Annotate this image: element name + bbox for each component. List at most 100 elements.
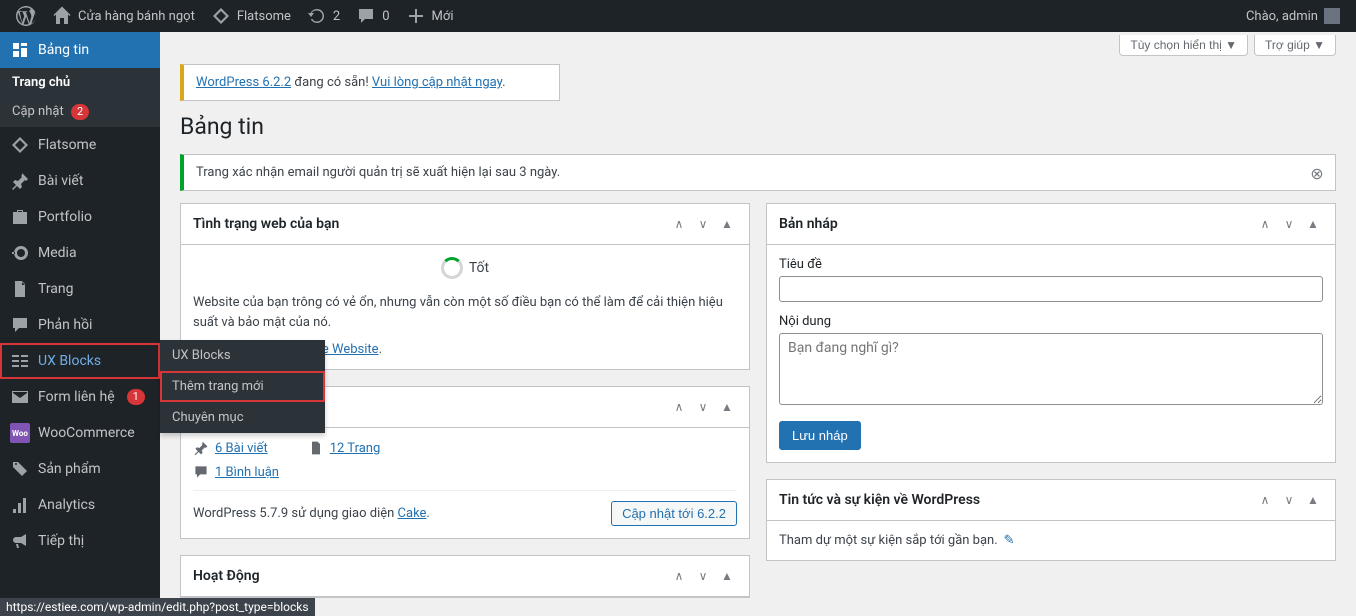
sidebar-item-label: Bảng tin — [38, 42, 89, 58]
help-label: Trợ giúp — [1265, 38, 1310, 52]
glance-posts[interactable]: 6 Bài viết — [193, 440, 268, 456]
draft-title-input[interactable] — [779, 276, 1323, 302]
screen-options-button[interactable]: Tùy chọn hiển thị ▼ — [1119, 35, 1248, 56]
sidebar-item-label: Bài viết — [38, 173, 83, 189]
sidebar-item-flatsome[interactable]: Flatsome — [0, 127, 160, 163]
move-up-icon[interactable]: ∧ — [669, 214, 689, 234]
comment-icon — [193, 464, 209, 480]
wp-version-text: WordPress 5.7.9 sử dụng giao diện — [193, 506, 398, 521]
sidebar-item-portfolio[interactable]: Portfolio — [0, 199, 160, 235]
sidebar-item-pages[interactable]: Trang — [0, 271, 160, 307]
email-notice: Trang xác nhận email người quản trị sẽ x… — [180, 154, 1336, 191]
comments-icon — [10, 315, 30, 335]
flyout-uxblocks[interactable]: UX Blocks — [160, 340, 325, 371]
sidebar-item-marketing[interactable]: Tiếp thị — [0, 523, 160, 559]
new-content[interactable]: Mới — [398, 0, 462, 32]
site-health-title: Tình trạng web của bạn — [193, 216, 339, 232]
save-draft-button[interactable]: Lưu nháp — [779, 421, 861, 450]
sub-updates[interactable]: Cập nhật 2 — [0, 97, 160, 127]
greeting-text: Chào, admin — [1246, 9, 1318, 24]
sub-home[interactable]: Trang chủ — [0, 68, 160, 97]
dashboard-icon — [10, 40, 30, 60]
sub-updates-label: Cập nhật — [12, 104, 64, 119]
dashboard-submenu: Trang chủ Cập nhật 2 — [0, 68, 160, 127]
toggle-icon[interactable]: ▲ — [717, 397, 737, 417]
sidebar-item-contact[interactable]: Form liên hệ 1 — [0, 379, 160, 415]
dismiss-button[interactable]: ⊗ — [1307, 163, 1327, 183]
wp-version-link[interactable]: WordPress 6.2.2 — [196, 75, 291, 90]
update-suffix: . — [502, 75, 505, 90]
comment-count: 0 — [382, 9, 389, 24]
toggle-icon[interactable]: ▲ — [1303, 214, 1323, 234]
draft-content-textarea[interactable] — [779, 333, 1323, 405]
draft-title-label: Tiêu đề — [779, 257, 1323, 272]
sidebar-item-products[interactable]: Sản phẩm — [0, 451, 160, 487]
update-count: 2 — [333, 9, 340, 24]
flyout-category[interactable]: Chuyên mục — [160, 402, 325, 433]
move-down-icon[interactable]: ∨ — [693, 397, 713, 417]
move-up-icon[interactable]: ∧ — [669, 397, 689, 417]
toggle-icon[interactable]: ▲ — [1303, 490, 1323, 510]
site-name-label: Cửa hàng bánh ngọt — [78, 9, 195, 24]
move-up-icon[interactable]: ∧ — [1255, 490, 1275, 510]
pin-icon — [193, 440, 209, 456]
edit-location-icon[interactable]: ✎ — [1004, 533, 1015, 548]
sidebar-item-uxblocks[interactable]: UX Blocks — [0, 343, 160, 379]
updates-link[interactable]: 2 — [299, 0, 348, 32]
comments-link[interactable]: 0 — [348, 0, 397, 32]
theme-link[interactable]: Flatsome — [203, 0, 299, 32]
wp-logo[interactable] — [8, 0, 44, 32]
main-content: Tùy chọn hiển thị ▼ Trợ giúp ▼ WordPress… — [160, 32, 1356, 616]
account-greeting[interactable]: Chào, admin — [1238, 0, 1348, 32]
sidebar-item-label: Phản hồi — [38, 317, 92, 333]
sidebar-item-label: Flatsome — [38, 137, 96, 153]
move-up-icon[interactable]: ∧ — [669, 566, 689, 586]
activity-title: Hoạt Động — [193, 568, 260, 584]
site-name[interactable]: Cửa hàng bánh ngọt — [44, 0, 203, 32]
flyout-add-new[interactable]: Thêm trang mới — [160, 371, 325, 402]
toggle-icon[interactable]: ▲ — [717, 566, 737, 586]
sidebar-item-label: WooCommerce — [38, 425, 135, 441]
dashboard-right-column: Bản nháp ∧ ∨ ▲ Tiêu đề Nội dung Lưu nháp — [766, 203, 1336, 614]
toggle-icon[interactable]: ▲ — [717, 214, 737, 234]
health-desc: Website của bạn trông có vẻ ổn, nhưng vẫ… — [193, 293, 737, 332]
screen-options-label: Tùy chọn hiển thị — [1130, 38, 1221, 52]
product-icon — [10, 459, 30, 479]
sidebar-item-posts[interactable]: Bài viết — [0, 163, 160, 199]
woo-icon: Woo — [10, 423, 30, 443]
health-link-suffix: . — [379, 342, 382, 357]
glance-pages[interactable]: 12 Trang — [308, 440, 381, 456]
glance-comments[interactable]: 1 Bình luận — [193, 464, 279, 480]
sidebar-item-label: Trang — [38, 281, 74, 297]
update-now-link[interactable]: Vui lòng cập nhật ngay — [372, 75, 502, 90]
plus-icon — [406, 6, 426, 26]
sidebar-item-media[interactable]: Media — [0, 235, 160, 271]
page-icon — [10, 279, 30, 299]
move-down-icon[interactable]: ∨ — [1279, 490, 1299, 510]
update-mid: đang có sẵn! — [291, 75, 372, 90]
theme-link[interactable]: Cake — [398, 506, 427, 521]
help-button[interactable]: Trợ giúp ▼ — [1254, 35, 1336, 56]
admin-bar: Cửa hàng bánh ngọt Flatsome 2 0 Mới Chào… — [0, 0, 1356, 32]
analytics-icon — [10, 495, 30, 515]
move-down-icon[interactable]: ∨ — [693, 214, 713, 234]
sidebar-item-comments[interactable]: Phản hồi — [0, 307, 160, 343]
move-down-icon[interactable]: ∨ — [693, 566, 713, 586]
sidebar-item-label: Media — [38, 245, 77, 261]
health-indicator: Tốt — [441, 257, 489, 279]
flatsome-icon — [211, 6, 231, 26]
sidebar-item-woocommerce[interactable]: Woo WooCommerce — [0, 415, 160, 451]
move-up-icon[interactable]: ∧ — [1255, 214, 1275, 234]
portfolio-icon — [10, 207, 30, 227]
sidebar-item-dashboard[interactable]: Bảng tin — [0, 32, 160, 68]
avatar — [1324, 8, 1340, 24]
glance-pages-label: 12 Trang — [330, 441, 381, 456]
update-icon — [307, 6, 327, 26]
sidebar-item-analytics[interactable]: Analytics — [0, 487, 160, 523]
update-wp-button[interactable]: Cập nhật tới 6.2.2 — [611, 501, 737, 526]
move-down-icon[interactable]: ∨ — [1279, 214, 1299, 234]
theme-label: Flatsome — [237, 9, 291, 24]
contact-badge: 1 — [127, 389, 145, 405]
quick-draft-box: Bản nháp ∧ ∨ ▲ Tiêu đề Nội dung Lưu nháp — [766, 203, 1336, 463]
envelope-icon — [10, 387, 30, 407]
